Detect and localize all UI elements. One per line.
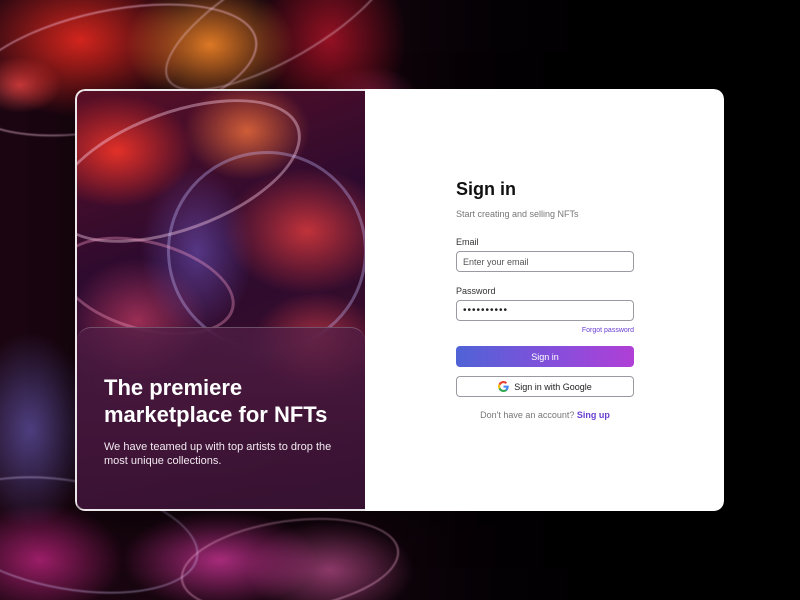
google-signin-label: Sign in with Google [514, 381, 592, 392]
hero-panel: The premiere marketplace for NFTs We hav… [75, 89, 365, 511]
signin-button[interactable]: Sign in [456, 346, 634, 367]
password-field[interactable] [456, 300, 634, 321]
no-account-text: Don't have an account? [480, 410, 575, 420]
signup-link[interactable]: Sing up [577, 410, 610, 420]
email-field[interactable] [456, 251, 634, 272]
password-label: Password [456, 286, 496, 296]
form-panel: Sign in Start creating and selling NFTs … [365, 89, 724, 511]
google-signin-button[interactable]: Sign in with Google [456, 376, 634, 397]
google-icon [498, 381, 509, 392]
email-label: Email [456, 237, 479, 247]
signup-prompt: Don't have an account? Sing up [456, 410, 634, 420]
hero-headline: The premiere marketplace for NFTs [104, 375, 328, 427]
hero-subline: We have teamed up with top artists to dr… [104, 441, 332, 467]
signin-form: Sign in Start creating and selling NFTs … [456, 179, 634, 420]
forgot-password-link[interactable]: Forgot password [456, 327, 634, 334]
signin-card: The premiere marketplace for NFTs We hav… [75, 89, 724, 511]
page-subtitle: Start creating and selling NFTs [456, 209, 579, 219]
page-title: Sign in [456, 179, 516, 199]
